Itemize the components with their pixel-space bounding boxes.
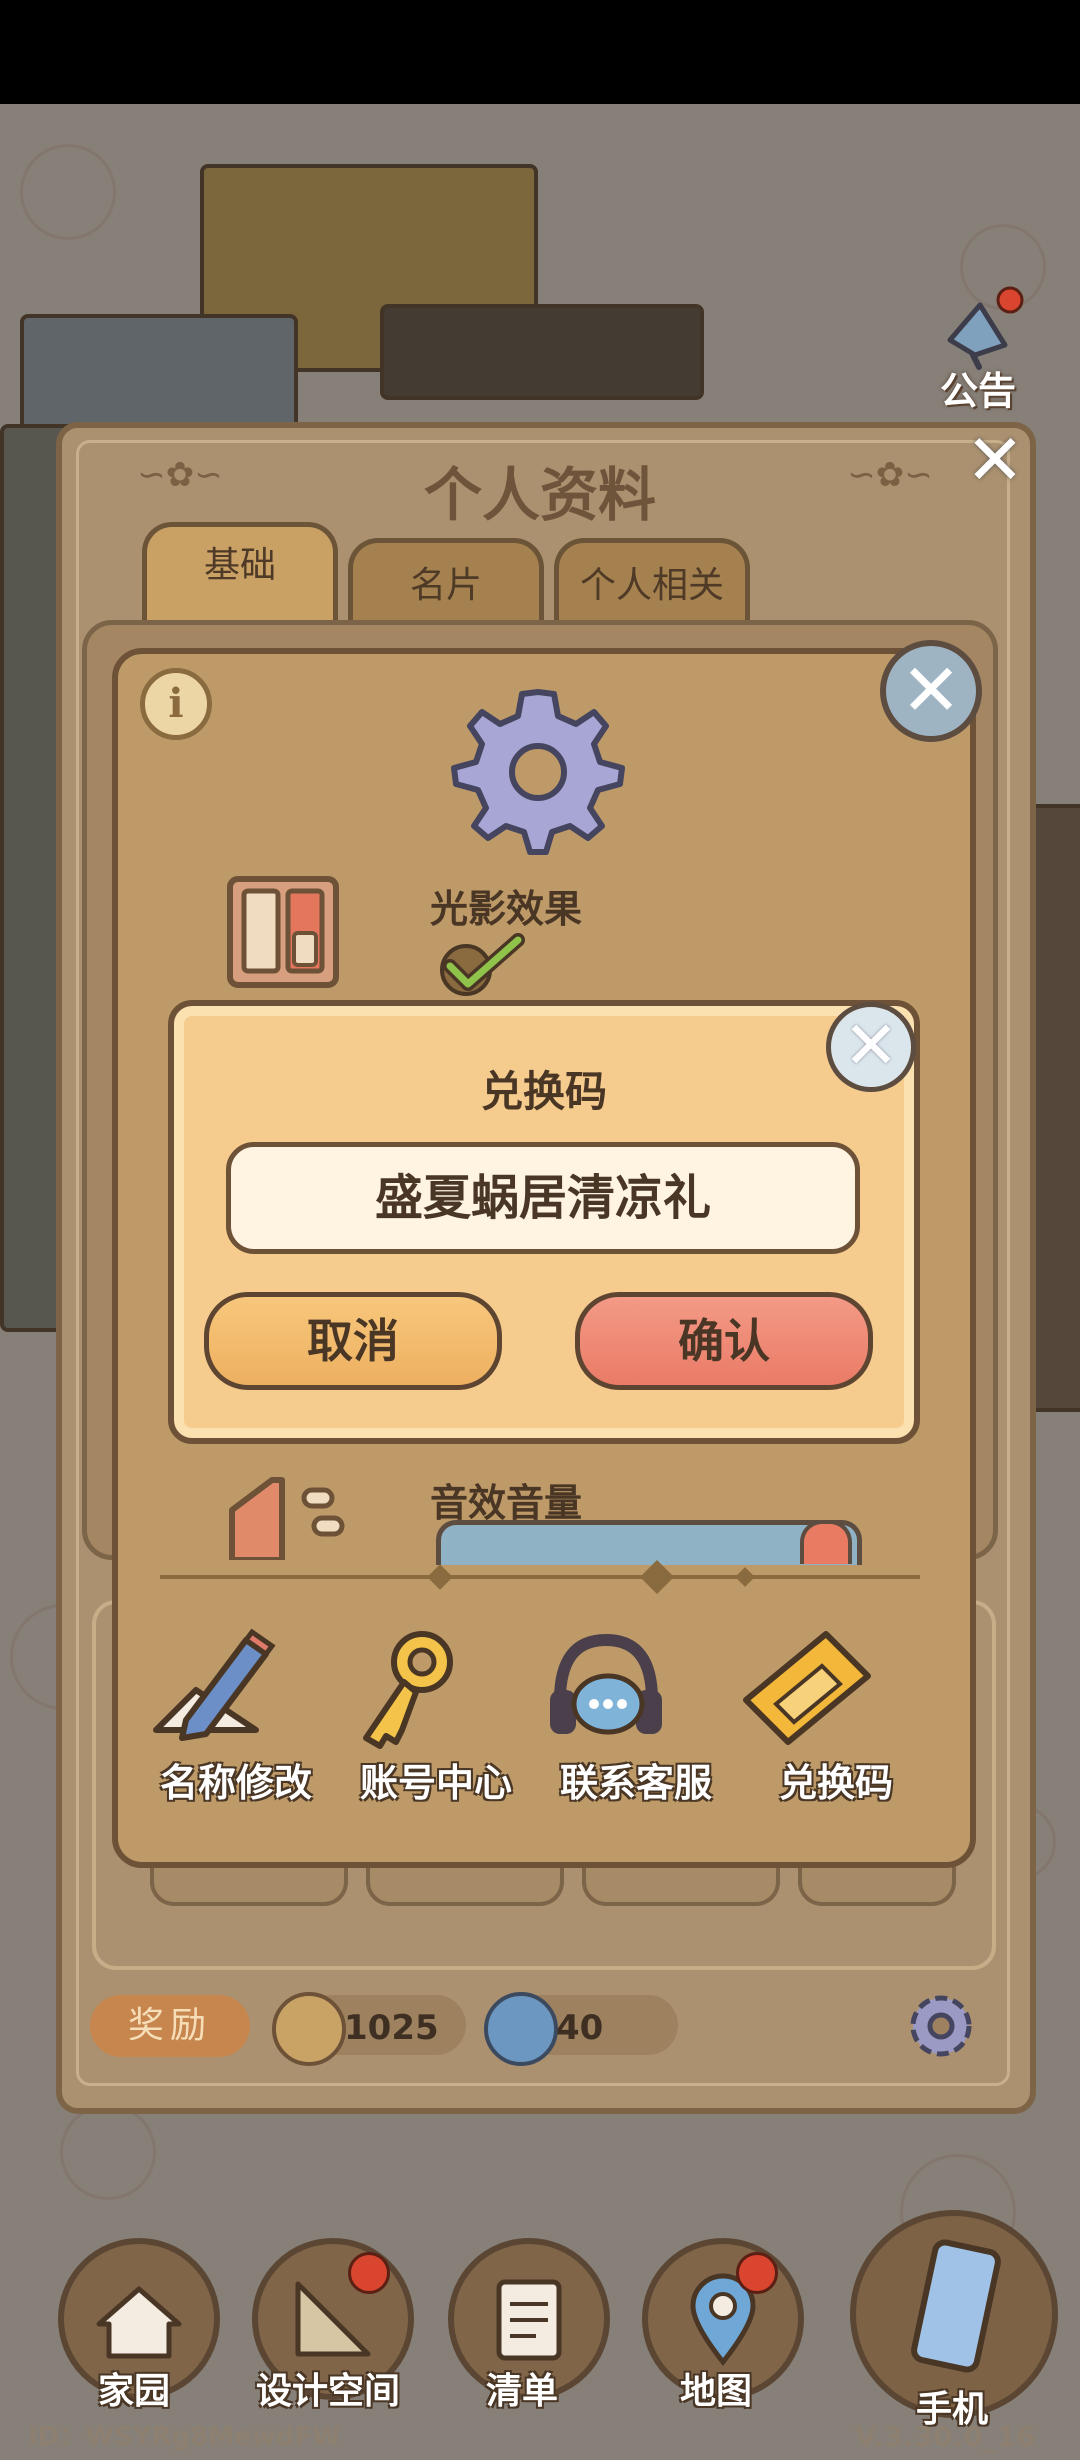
headset-icon [550,1633,662,1735]
account-center-button[interactable]: 账号中心 [336,1620,536,1807]
profile-close-icon[interactable]: ✕ [960,425,1030,495]
nav-map-label[interactable]: 地图 [626,2362,806,2414]
tab-personal[interactable]: 个人相关 [554,538,750,623]
key-icon [363,1631,453,1749]
design-badge-icon [348,2252,390,2294]
rename-button[interactable]: 名称修改 [136,1620,336,1807]
ornament-right-icon: ∽✿∽ [847,455,933,495]
confirm-button[interactable]: 确认 [575,1292,873,1390]
redeem-code-button[interactable]: 兑换码 [736,1620,936,1807]
rename-label: 名称修改 [159,1761,312,1805]
sound-volume-label: 音效音量 [430,1481,583,1525]
light-effect-label: 光影效果 [430,887,583,931]
redeem-close-icon[interactable]: ✕ [826,1002,916,1092]
customer-service-label: 联系客服 [559,1761,712,1805]
gear-icon [451,689,625,855]
profile-title: 个人资料 [423,461,656,529]
coin-value: 1025 [344,2008,439,2048]
map-badge-icon [736,2252,778,2294]
redeem-title: 兑换码 [480,1067,607,1116]
redeem-code-input[interactable] [226,1142,860,1254]
info-icon[interactable]: i [140,668,212,740]
swirl-gem-icon [484,1992,558,2066]
player-id: ID：WSYRg8MewdFW [28,2422,341,2452]
reward-label: 奖励 [90,1995,250,2057]
speaker-icon [229,1477,345,1560]
nav-home-label[interactable]: 家园 [44,2362,224,2414]
settings-close-icon[interactable]: ✕ [880,640,982,742]
divider [160,1575,920,1579]
settings-gear-icon[interactable] [900,1985,982,2067]
pencil-icon [153,1628,276,1741]
account-center-label: 账号中心 [359,1761,512,1805]
ornament-left-icon: ∽✿∽ [137,455,223,495]
coin-icon [272,1992,346,2066]
gem-value: 40 [556,2008,604,2048]
sound-volume-slider[interactable] [436,1520,862,1565]
tab-card[interactable]: 名片 [348,538,544,623]
cancel-button[interactable]: 取消 [204,1292,502,1390]
check-icon[interactable] [436,932,526,998]
tab-basic[interactable]: 基础 [142,522,338,627]
notice-label[interactable]: 公告 [928,360,1028,415]
nav-list-label[interactable]: 清单 [432,2362,612,2414]
light-switch-icon [227,876,339,988]
nav-design-label[interactable]: 设计空间 [238,2362,418,2414]
ticket-icon [743,1631,871,1745]
redeem-code-label: 兑换码 [778,1761,893,1805]
megaphone-icon[interactable] [935,285,1025,370]
customer-service-button[interactable]: 联系客服 [536,1620,736,1807]
status-bar [0,0,1080,104]
sound-volume-knob[interactable] [800,1520,852,1564]
version-text: V.3.30.0_16 [855,2420,1036,2453]
